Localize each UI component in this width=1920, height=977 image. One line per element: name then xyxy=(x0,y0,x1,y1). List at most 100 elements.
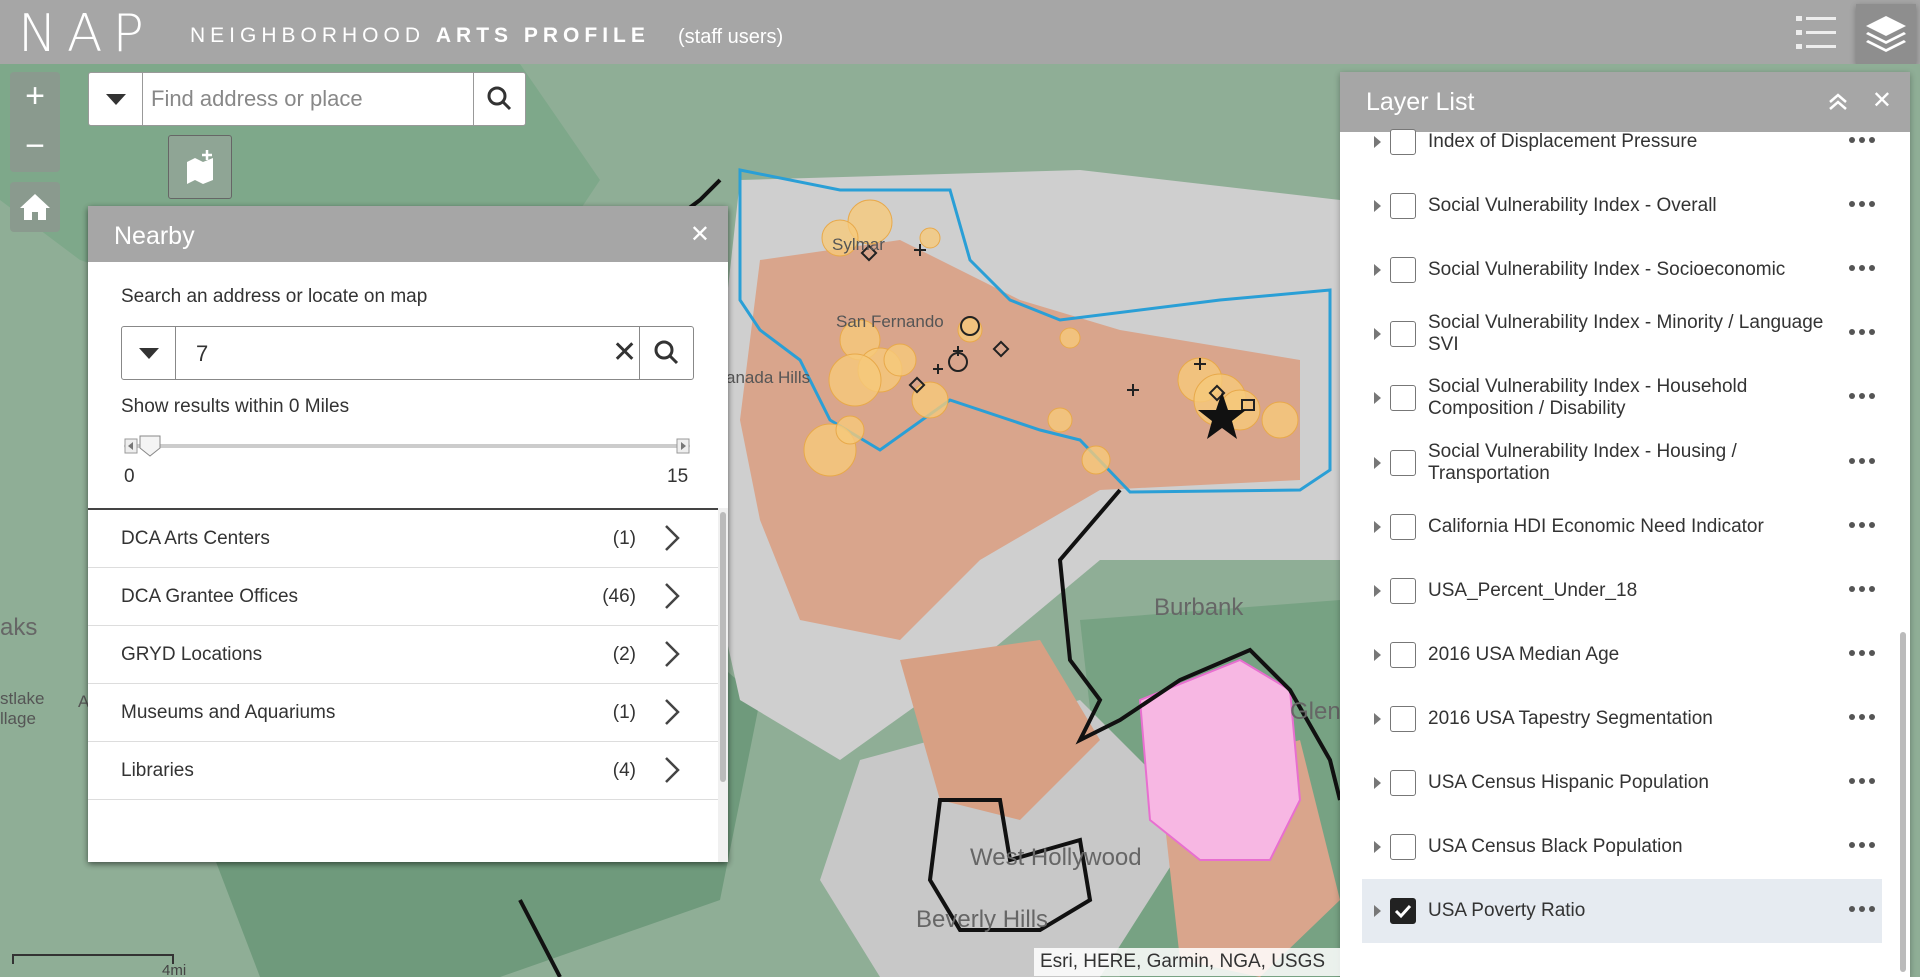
map-label-burbank: Burbank xyxy=(1154,594,1244,621)
nearby-result-name: Museums and Aquariums xyxy=(121,702,336,723)
layer-checkbox[interactable] xyxy=(1390,705,1416,732)
layer-item[interactable]: Social Vulnerability Index - Household C… xyxy=(1362,366,1882,430)
layer-item[interactable]: Social Vulnerability Index - Minority / … xyxy=(1362,302,1882,366)
search-input[interactable] xyxy=(151,85,451,113)
layer-item[interactable]: Social Vulnerability Index - Overall xyxy=(1362,174,1882,238)
nearby-result-row[interactable]: DCA Grantee Offices (46) xyxy=(88,568,720,626)
clear-icon[interactable]: ✕ xyxy=(612,335,637,370)
expand-arrow-icon[interactable] xyxy=(1374,328,1381,341)
nearby-result-name: DCA Arts Centers xyxy=(121,528,270,549)
expand-arrow-icon[interactable] xyxy=(1374,456,1381,469)
layer-item[interactable]: Social Vulnerability Index - Socioeconom… xyxy=(1362,238,1882,302)
layer-list-panel: Layer List ✕ Index of Displacement Press… xyxy=(1340,72,1910,977)
layer-item[interactable]: 2016 USA Tapestry Segmentation xyxy=(1362,687,1882,751)
expand-arrow-icon[interactable] xyxy=(1374,777,1381,789)
layer-item[interactable]: California HDI Economic Need Indicator xyxy=(1362,495,1882,559)
nearby-source-dropdown[interactable] xyxy=(122,327,176,379)
more-options-icon[interactable] xyxy=(1848,841,1876,849)
search-icon xyxy=(487,86,512,111)
layer-label: 2016 USA Tapestry Segmentation xyxy=(1428,707,1713,729)
more-options-icon[interactable] xyxy=(1848,649,1876,657)
map-label-westlake-2: llage xyxy=(0,709,36,728)
nearby-result-name: DCA Grantee Offices xyxy=(121,586,299,607)
chevron-down-icon xyxy=(106,94,126,105)
layer-label: California HDI Economic Need Indicator xyxy=(1428,515,1764,537)
more-options-icon[interactable] xyxy=(1848,392,1876,400)
distance-slider[interactable] xyxy=(124,435,690,457)
search-source-dropdown[interactable] xyxy=(89,73,143,125)
expand-arrow-icon[interactable] xyxy=(1374,841,1381,854)
layer-checkbox[interactable] xyxy=(1390,129,1416,155)
zoom-control: + − xyxy=(10,72,60,172)
expand-arrow-icon[interactable] xyxy=(1374,136,1381,148)
layer-checkbox[interactable] xyxy=(1390,834,1416,861)
expand-arrow-icon[interactable] xyxy=(1374,648,1381,661)
nearby-search-input[interactable]: 7 xyxy=(196,341,208,367)
zoom-in-button[interactable]: + xyxy=(10,72,60,122)
layer-item[interactable]: USA Census Hispanic Population xyxy=(1362,751,1882,815)
map-add-icon xyxy=(187,150,213,184)
nearby-scrollbar[interactable] xyxy=(718,508,728,862)
home-button[interactable] xyxy=(10,182,60,232)
nearby-scrollbar-thumb[interactable] xyxy=(720,512,726,782)
slider-start-icon xyxy=(124,438,138,454)
nearby-result-row[interactable]: Libraries (4) xyxy=(88,742,720,800)
nearby-result-row[interactable]: GRYD Locations (2) xyxy=(88,626,720,684)
expand-arrow-icon[interactable] xyxy=(1374,392,1381,405)
zoom-out-button[interactable]: − xyxy=(10,122,60,172)
layer-checkbox[interactable] xyxy=(1390,898,1416,925)
layer-checkbox[interactable] xyxy=(1390,385,1416,412)
slider-thumb[interactable] xyxy=(138,434,162,458)
layer-checkbox[interactable] xyxy=(1390,513,1416,540)
expand-arrow-icon[interactable] xyxy=(1374,584,1381,597)
expand-arrow-icon[interactable] xyxy=(1374,264,1381,277)
more-options-icon[interactable] xyxy=(1848,521,1876,529)
layer-checkbox[interactable] xyxy=(1390,641,1416,668)
search-button[interactable] xyxy=(473,73,525,125)
layer-item[interactable]: USA Poverty Ratio xyxy=(1362,879,1882,944)
more-options-icon[interactable] xyxy=(1848,585,1876,593)
layer-label: USA Poverty Ratio xyxy=(1428,900,1586,922)
layer-item[interactable]: USA_Percent_Under_18 xyxy=(1362,559,1882,623)
layer-checkbox[interactable] xyxy=(1390,770,1416,796)
more-options-icon[interactable] xyxy=(1848,200,1876,208)
layer-item[interactable]: USA Census Black Population xyxy=(1362,815,1882,879)
expand-arrow-icon[interactable] xyxy=(1374,200,1381,213)
more-options-icon[interactable] xyxy=(1848,777,1876,785)
layer-label: Social Vulnerability Index - Household C… xyxy=(1428,376,1748,420)
layer-checkbox[interactable] xyxy=(1390,321,1416,348)
layer-item[interactable]: 2016 USA Median Age xyxy=(1362,623,1882,687)
app-header: NAP NEIGHBORHOOD ARTS PROFILE (staff use… xyxy=(0,0,1920,64)
nearby-result-count: (2) xyxy=(612,644,636,665)
nearby-result-row[interactable]: DCA Arts Centers (1) xyxy=(88,510,720,568)
layer-checkbox[interactable] xyxy=(1390,193,1416,220)
map-label-san-fernando: San Fernando xyxy=(836,312,944,331)
more-options-icon[interactable] xyxy=(1848,457,1876,465)
layer-checkbox[interactable] xyxy=(1390,577,1416,604)
nearby-search-button[interactable] xyxy=(639,327,693,379)
add-point-tool-button[interactable] xyxy=(168,135,232,199)
expand-arrow-icon[interactable] xyxy=(1374,905,1381,918)
more-options-icon[interactable] xyxy=(1848,328,1876,336)
layer-checkbox[interactable] xyxy=(1390,257,1416,284)
map-label-beverly-hills: Beverly Hills xyxy=(916,906,1049,933)
layer-checkbox[interactable] xyxy=(1390,449,1416,476)
legend-button[interactable] xyxy=(1792,8,1842,58)
nearby-results-list: DCA Arts Centers (1) DCA Grantee Offices… xyxy=(88,508,720,862)
slider-max-label: 15 xyxy=(667,466,689,487)
layer-list-button[interactable] xyxy=(1856,4,1916,64)
nearby-result-row[interactable]: Museums and Aquariums (1) xyxy=(88,684,720,742)
more-options-icon[interactable] xyxy=(1848,713,1876,721)
nearby-hint: Search an address or locate on map xyxy=(121,286,428,307)
expand-arrow-icon[interactable] xyxy=(1374,712,1381,725)
nearby-close-button[interactable]: ✕ xyxy=(690,220,710,249)
layer-item[interactable]: Social Vulnerability Index - Housing / T… xyxy=(1362,431,1882,495)
layer-item[interactable]: Index of Displacement Pressure xyxy=(1362,110,1882,174)
more-options-icon[interactable] xyxy=(1848,136,1876,144)
more-options-icon[interactable] xyxy=(1848,905,1876,913)
layer-list-scrollbar[interactable] xyxy=(1900,632,1906,972)
map-label-west-hollywood: West Hollywood xyxy=(970,844,1142,871)
more-options-icon[interactable] xyxy=(1848,264,1876,272)
app-title-bold: ARTS PROFILE xyxy=(435,24,650,47)
expand-arrow-icon[interactable] xyxy=(1374,520,1381,533)
